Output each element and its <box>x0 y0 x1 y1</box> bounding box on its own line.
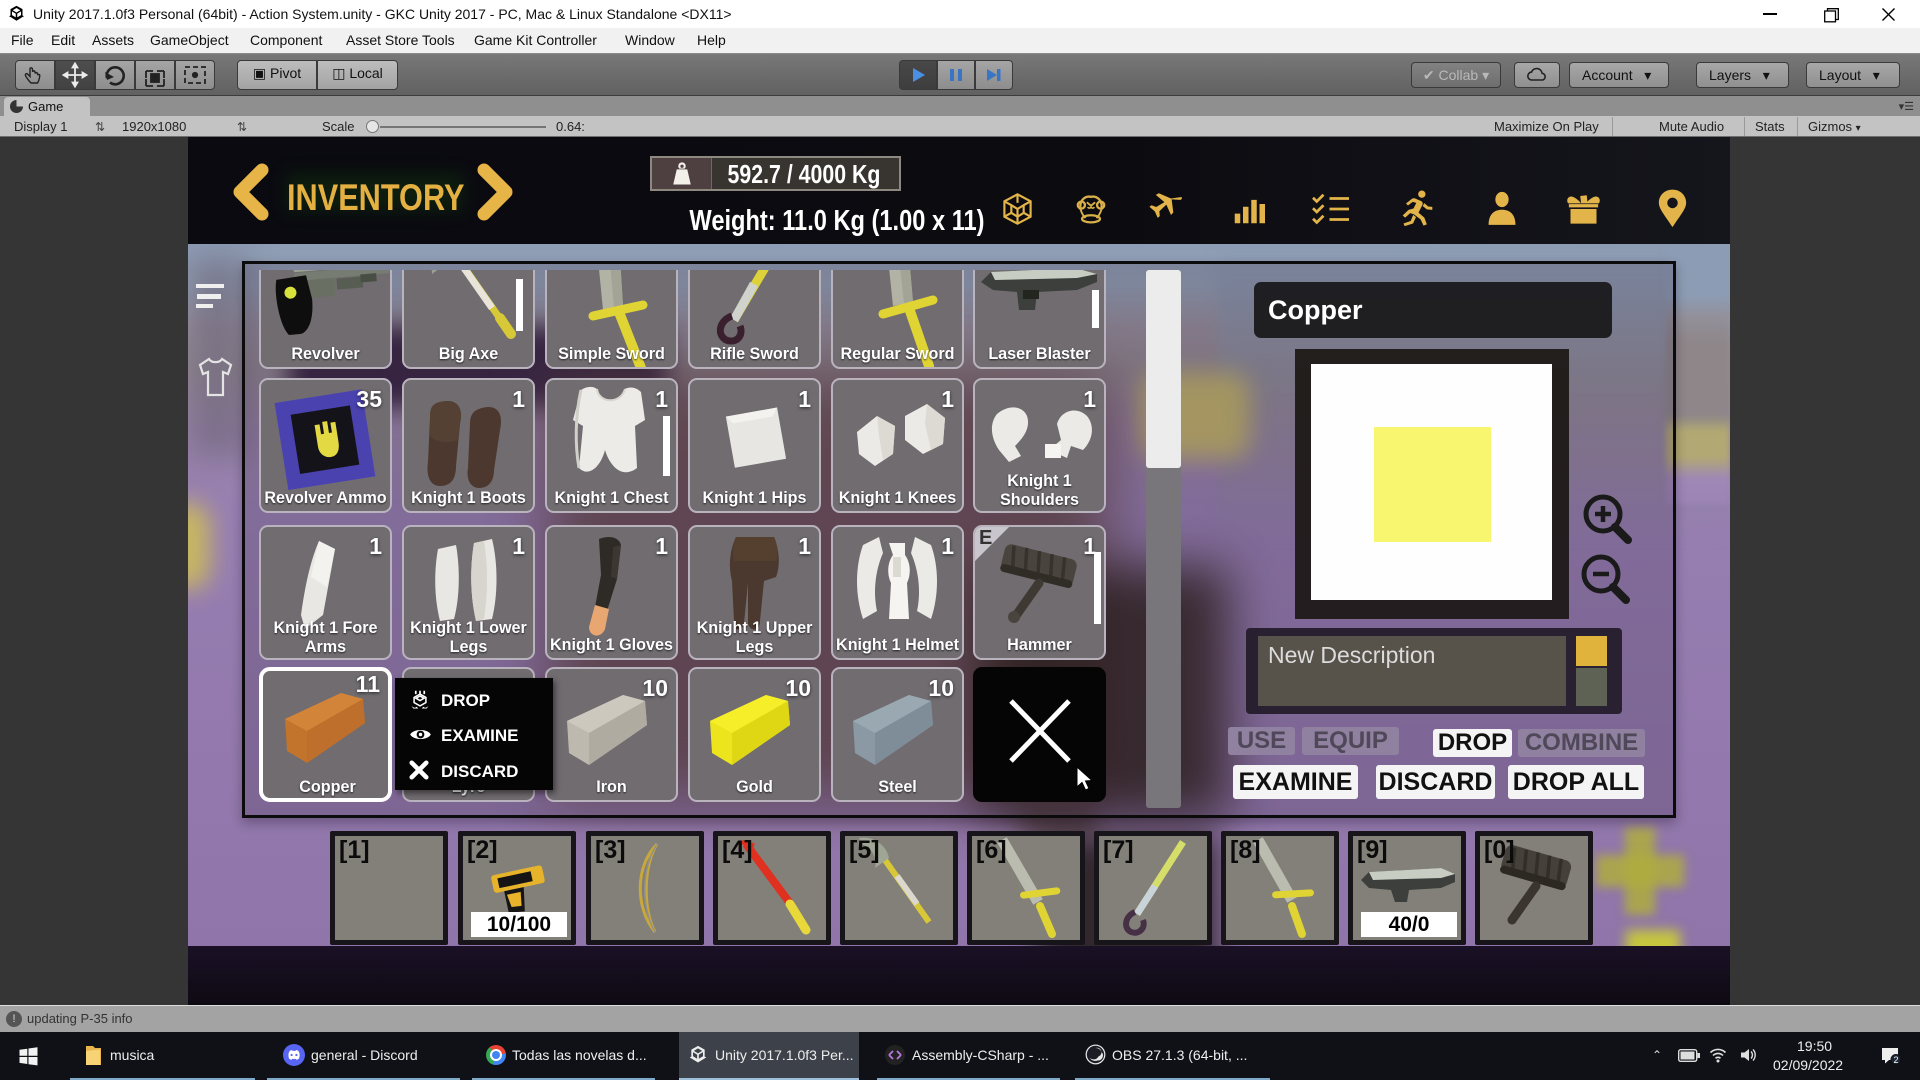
svg-text:2: 2 <box>1893 1055 1898 1065</box>
